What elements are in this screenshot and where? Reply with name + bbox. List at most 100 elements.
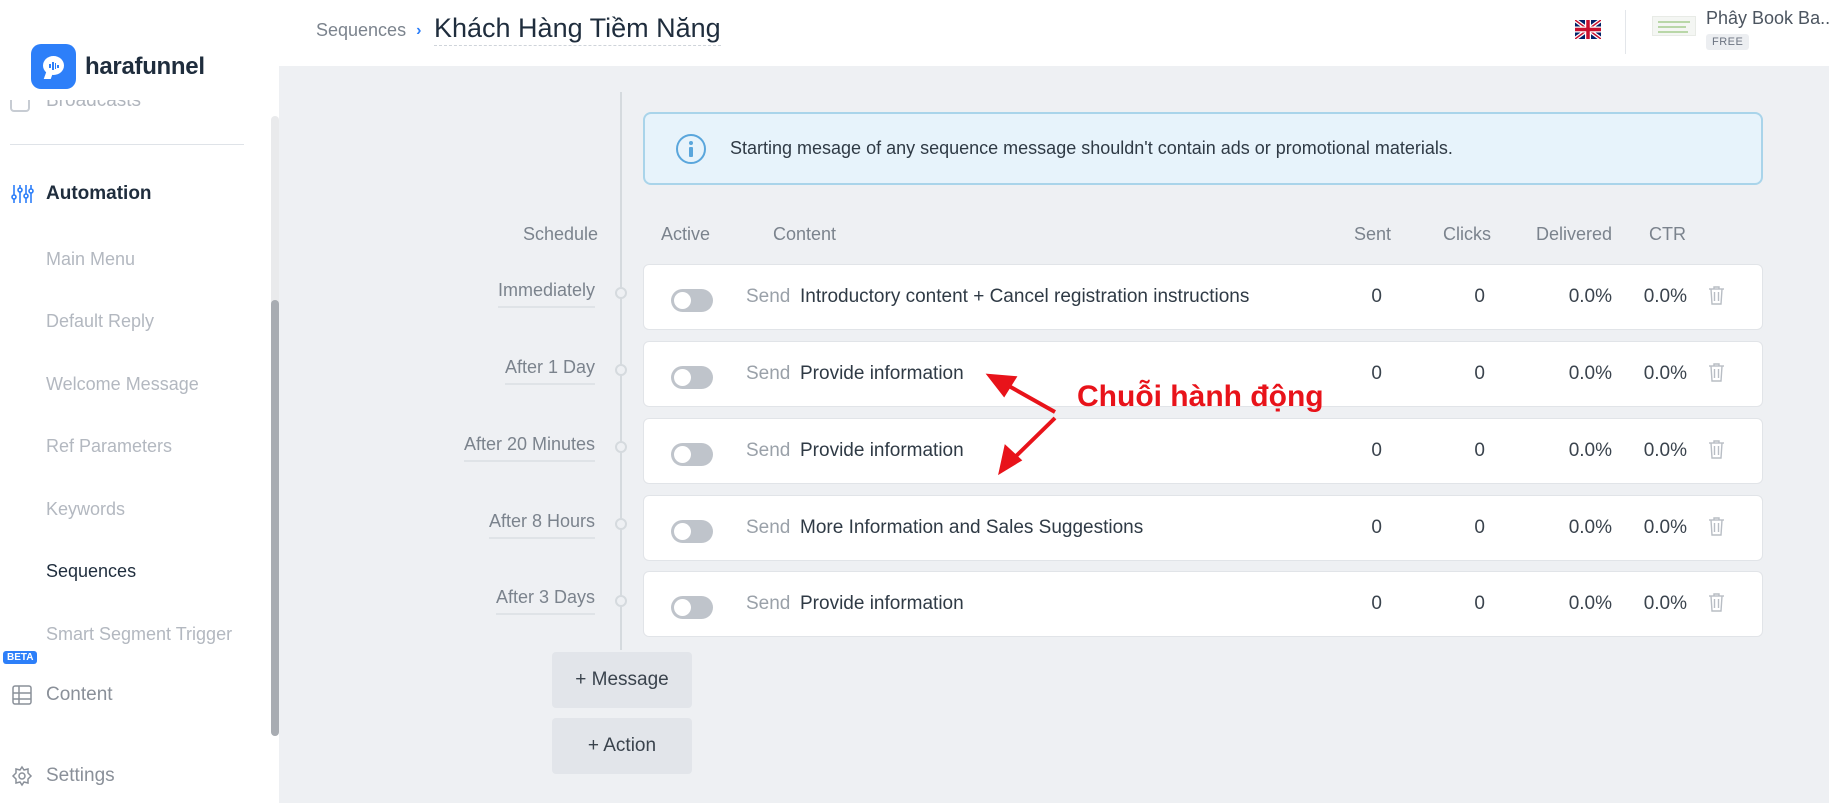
ctr-rate: 0.0% — [1643, 593, 1687, 614]
ctr-rate: 0.0% — [1643, 286, 1687, 307]
sidebar-item-content[interactable]: Content — [10, 683, 113, 707]
message-content[interactable]: Introductory content + Cancel registrati… — [800, 286, 1249, 308]
sequence-message-row[interactable]: Send Provide information 0 0 0.0% 0.0% — [643, 418, 1763, 484]
column-header-content: Content — [773, 224, 837, 244]
sidebar-item-label: Automation — [46, 183, 152, 204]
active-toggle[interactable] — [671, 289, 713, 312]
avatar[interactable] — [1652, 16, 1696, 36]
sent-count: 0 — [1371, 363, 1382, 384]
sidebar-divider — [10, 144, 244, 145]
action-label: Send — [746, 363, 791, 384]
uk-flag-icon[interactable] — [1575, 20, 1601, 39]
timeline-dot — [615, 287, 627, 299]
column-header-sent: Sent — [1354, 224, 1392, 244]
info-banner-text: Starting mesage of any sequence message … — [730, 138, 1453, 158]
message-content[interactable]: Provide information — [800, 440, 964, 462]
active-toggle[interactable] — [671, 366, 713, 389]
timeline-dot — [615, 364, 627, 376]
sequence-message-row[interactable]: Send Introductory content + Cancel regis… — [643, 264, 1763, 330]
action-label: Send — [746, 286, 791, 307]
sidebar-scrollbar-thumb[interactable] — [271, 300, 279, 736]
sequence-message-row[interactable]: Send More Information and Sales Suggesti… — [643, 495, 1763, 561]
sidebar-item-label: Settings — [46, 765, 115, 786]
action-label: Send — [746, 517, 791, 538]
column-header-clicks: Clicks — [1443, 224, 1491, 244]
sidebar-item-ref-parameters[interactable]: Ref Parameters — [46, 436, 172, 457]
message-content[interactable]: Provide information — [800, 363, 964, 385]
clicks-count: 0 — [1474, 363, 1485, 384]
app-logo[interactable]: harafunnel — [31, 44, 205, 89]
sidebar-item-keywords[interactable]: Keywords — [46, 499, 125, 520]
breadcrumb: Sequences › — [316, 20, 431, 41]
info-banner: Starting mesage of any sequence message … — [643, 112, 1763, 185]
info-icon — [676, 133, 706, 164]
ctr-rate: 0.0% — [1643, 440, 1687, 461]
sidebar-item-smart-segment-trigger[interactable]: Smart Segment Trigger — [46, 624, 232, 645]
schedule-label[interactable]: After 8 Hours — [488, 511, 595, 539]
trash-icon[interactable] — [1709, 593, 1724, 612]
content-icon — [10, 683, 34, 707]
annotation-label: Chuỗi hành động — [1077, 380, 1324, 413]
timeline-dot — [615, 441, 627, 453]
delivered-rate: 0.0% — [1568, 593, 1612, 614]
chevron-right-icon: › — [416, 21, 422, 39]
sidebar-item-sequences[interactable]: Sequences — [46, 561, 136, 582]
clicks-count: 0 — [1474, 286, 1485, 307]
column-header-schedule: Schedule — [523, 224, 599, 244]
header-divider — [1625, 10, 1626, 54]
delivered-rate: 0.0% — [1568, 286, 1612, 307]
schedule-label[interactable]: Immediately — [497, 280, 595, 308]
clicks-count: 0 — [1474, 593, 1485, 614]
harafunnel-logo-icon — [31, 44, 76, 89]
trash-icon[interactable] — [1709, 440, 1724, 459]
sidebar-item-default-reply[interactable]: Default Reply — [46, 311, 154, 332]
trash-icon[interactable] — [1709, 517, 1724, 536]
broadcast-icon — [10, 100, 30, 112]
add-message-button[interactable]: + Message — [552, 652, 692, 708]
schedule-label[interactable]: After 1 Day — [504, 357, 595, 385]
column-header-ctr: CTR — [1649, 224, 1686, 244]
sent-count: 0 — [1371, 593, 1382, 614]
clicks-count: 0 — [1474, 440, 1485, 461]
active-toggle[interactable] — [671, 596, 713, 619]
plan-badge: FREE — [1706, 34, 1750, 50]
sent-count: 0 — [1371, 440, 1382, 461]
schedule-label[interactable]: After 20 Minutes — [463, 434, 595, 462]
action-label: Send — [746, 440, 791, 461]
column-header-active: Active — [661, 224, 711, 244]
sequence-message-row[interactable]: Send Provide information 0 0 0.0% 0.0% — [643, 571, 1763, 637]
active-toggle[interactable] — [671, 443, 713, 466]
column-header-delivered: Delivered — [1536, 224, 1613, 244]
sidebar-item-settings[interactable]: Settings — [10, 764, 115, 788]
sidebar-item-main-menu[interactable]: Main Menu — [46, 249, 135, 270]
sent-count: 0 — [1371, 517, 1382, 538]
action-label: Send — [746, 593, 791, 614]
user-name[interactable]: Phây Book Ba... — [1706, 8, 1829, 29]
schedule-label[interactable]: After 3 Days — [495, 587, 595, 615]
sidebar-item-automation[interactable]: Automation — [10, 182, 152, 206]
sidebar-item-broadcasts[interactable]: Broadcasts — [10, 100, 141, 122]
ctr-rate: 0.0% — [1643, 363, 1687, 384]
ctr-rate: 0.0% — [1643, 517, 1687, 538]
sequence-title-input[interactable]: Khách Hàng Tiềm Năng — [434, 12, 721, 46]
delivered-rate: 0.0% — [1568, 363, 1612, 384]
clicks-count: 0 — [1474, 517, 1485, 538]
automation-icon — [10, 182, 34, 206]
active-toggle[interactable] — [671, 520, 713, 543]
sidebar: harafunnel Broadcasts Automation Main Me… — [0, 0, 279, 803]
beta-badge: BETA — [3, 651, 38, 664]
sent-count: 0 — [1371, 286, 1382, 307]
timeline-dot — [615, 595, 627, 607]
add-action-button[interactable]: + Action — [552, 718, 692, 774]
delivered-rate: 0.0% — [1568, 517, 1612, 538]
message-content[interactable]: More Information and Sales Suggestions — [800, 517, 1143, 539]
breadcrumb-sequences-link[interactable]: Sequences — [316, 20, 406, 41]
sidebar-item-welcome-message[interactable]: Welcome Message — [46, 374, 199, 395]
message-content[interactable]: Provide information — [800, 593, 964, 615]
logo-text: harafunnel — [85, 52, 205, 80]
trash-icon[interactable] — [1709, 363, 1724, 382]
trash-icon[interactable] — [1709, 286, 1724, 305]
top-header: Sequences › Khách Hàng Tiềm Năng Phây Bo… — [279, 0, 1829, 66]
delivered-rate: 0.0% — [1568, 440, 1612, 461]
sidebar-item-label: Content — [46, 684, 113, 705]
